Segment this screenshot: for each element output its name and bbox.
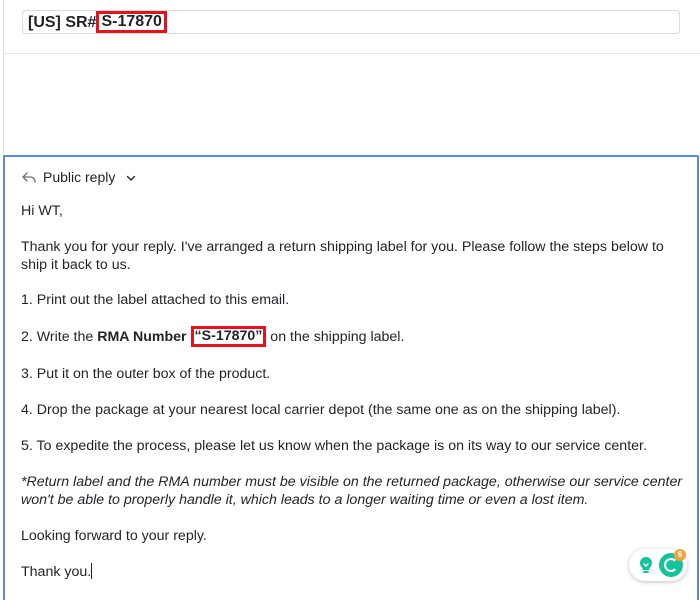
step-3: 3. Put it on the outer box of the produc…	[21, 366, 271, 382]
reply-type-label: Public reply	[43, 169, 116, 185]
suggestion-count-badge: 6	[674, 549, 686, 561]
rma-number-highlight: “S-17870”	[190, 326, 267, 347]
step-2-text: 2. Write the	[21, 329, 98, 345]
reply-composer[interactable]: Public reply Hi WT, Thank you for your r…	[3, 155, 699, 600]
rma-label: RMA Number	[97, 329, 187, 345]
header-divider	[3, 53, 700, 54]
subject-prefix: [US] SR#	[28, 14, 97, 31]
message-body[interactable]: Hi WT, Thank you for your reply. I've ar…	[21, 202, 685, 581]
closing-line: Looking forward to your reply.	[21, 528, 207, 544]
subject-field[interactable]: [US] SR# S-17870	[22, 10, 680, 34]
subject-number-highlight: S-17870	[96, 11, 167, 33]
step-1: 1. Print out the label attached to this …	[21, 292, 290, 308]
greeting: Hi WT,	[21, 203, 63, 219]
text-cursor	[91, 563, 93, 579]
signoff-text: Thank you.	[21, 564, 92, 580]
chevron-down-icon	[125, 171, 137, 183]
reply-type-dropdown[interactable]: Public reply	[21, 169, 137, 185]
left-divider	[3, 0, 4, 156]
return-note: *Return label and the RMA number must be…	[21, 474, 683, 508]
step-2-suffix: on the shipping label.	[266, 329, 405, 345]
step-4: 4. Drop the package at your nearest loca…	[21, 402, 621, 418]
grammar-assistant-icon[interactable]: 6	[659, 549, 686, 577]
subject-text: [US] SR# S-17870	[28, 11, 167, 34]
step-2: 2. Write the RMA Number “S-17870” on the…	[21, 326, 685, 348]
signoff: Thank you.	[21, 563, 685, 581]
lightbulb-icon[interactable]	[637, 555, 655, 575]
intro-paragraph: Thank you for your reply. I've arranged …	[21, 239, 664, 273]
step-5: 5. To expedite the process, please let u…	[21, 438, 647, 454]
writing-assistant-widget[interactable]: 6	[629, 549, 687, 581]
reply-arrow-icon	[21, 170, 37, 184]
